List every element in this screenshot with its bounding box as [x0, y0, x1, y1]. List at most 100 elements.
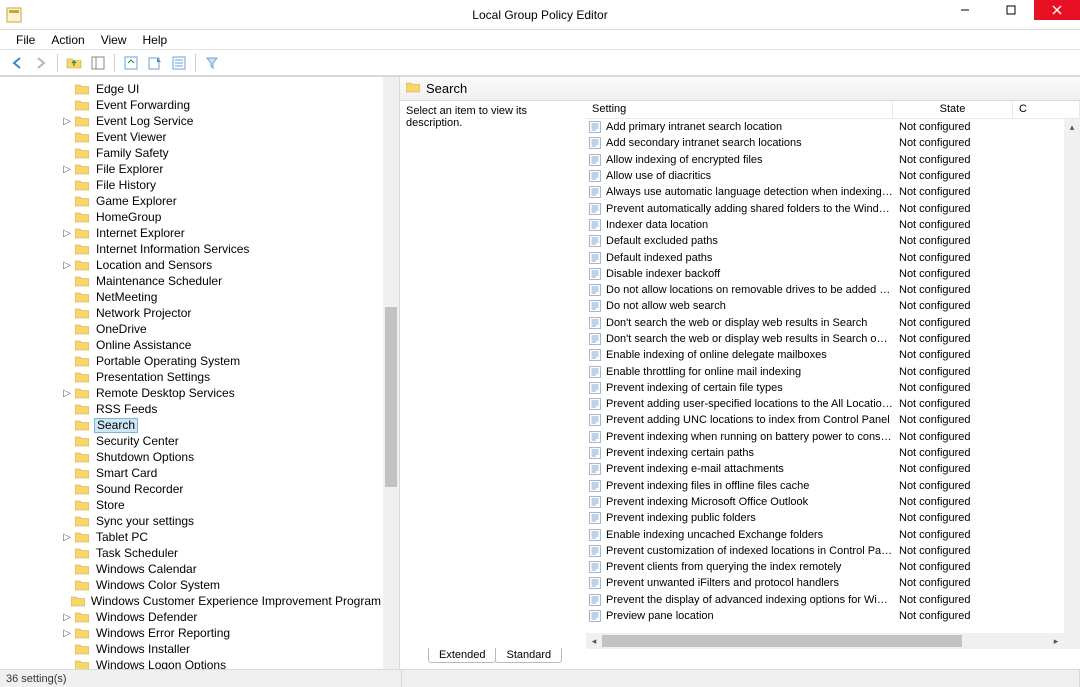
- tab-standard[interactable]: Standard: [495, 648, 562, 663]
- menu-help[interactable]: Help: [135, 31, 176, 49]
- setting-row[interactable]: Prevent indexing public foldersNot confi…: [586, 510, 1064, 526]
- tree-node[interactable]: Event Viewer: [0, 129, 383, 145]
- scroll-up-icon[interactable]: ▴: [1064, 119, 1080, 135]
- tree-node[interactable]: ▷Windows Error Reporting: [0, 625, 383, 641]
- tree-node[interactable]: Presentation Settings: [0, 369, 383, 385]
- tree-node[interactable]: ▷Remote Desktop Services: [0, 385, 383, 401]
- setting-row[interactable]: Allow use of diacriticsNot configured: [586, 168, 1064, 184]
- tree-node[interactable]: Security Center: [0, 433, 383, 449]
- tree-node[interactable]: OneDrive: [0, 321, 383, 337]
- menu-file[interactable]: File: [8, 31, 43, 49]
- maximize-button[interactable]: [988, 0, 1034, 20]
- scroll-left-icon[interactable]: ◂: [586, 633, 602, 649]
- expander-icon[interactable]: ▷: [60, 164, 74, 175]
- setting-row[interactable]: Don't search the web or display web resu…: [586, 315, 1064, 331]
- tree-node[interactable]: Windows Customer Experience Improvement …: [0, 593, 383, 609]
- expander-icon[interactable]: ▷: [60, 532, 74, 543]
- setting-row[interactable]: Enable indexing of online delegate mailb…: [586, 347, 1064, 363]
- tree-node[interactable]: Event Forwarding: [0, 97, 383, 113]
- menu-action[interactable]: Action: [43, 31, 92, 49]
- setting-row[interactable]: Add primary intranet search locationNot …: [586, 119, 1064, 135]
- refresh-button[interactable]: [120, 52, 142, 74]
- tree-node[interactable]: Online Assistance: [0, 337, 383, 353]
- tree-node[interactable]: Internet Information Services: [0, 241, 383, 257]
- tree-node[interactable]: Game Explorer: [0, 193, 383, 209]
- hscroll-thumb[interactable]: [602, 635, 962, 647]
- tree-node[interactable]: Windows Logon Options: [0, 657, 383, 669]
- back-button[interactable]: [6, 52, 28, 74]
- tree-node[interactable]: ▷Windows Defender: [0, 609, 383, 625]
- setting-row[interactable]: Indexer data locationNot configured: [586, 217, 1064, 233]
- expander-icon[interactable]: ▷: [60, 260, 74, 271]
- tree-node[interactable]: Windows Installer: [0, 641, 383, 657]
- tree-node[interactable]: NetMeeting: [0, 289, 383, 305]
- setting-row[interactable]: Preview pane locationNot configured: [586, 608, 1064, 624]
- tree-node[interactable]: Task Scheduler: [0, 545, 383, 561]
- setting-row[interactable]: Default indexed pathsNot configured: [586, 249, 1064, 265]
- setting-row[interactable]: Disable indexer backoffNot configured: [586, 266, 1064, 282]
- setting-row[interactable]: Add secondary intranet search locationsN…: [586, 135, 1064, 151]
- expander-icon[interactable]: ▷: [60, 116, 74, 127]
- setting-row[interactable]: Do not allow web searchNot configured: [586, 298, 1064, 314]
- setting-row[interactable]: Prevent automatically adding shared fold…: [586, 200, 1064, 216]
- tree-node[interactable]: ▷Internet Explorer: [0, 225, 383, 241]
- setting-row[interactable]: Enable indexing uncached Exchange folder…: [586, 526, 1064, 542]
- tree-node[interactable]: Family Safety: [0, 145, 383, 161]
- setting-row[interactable]: Prevent the display of advanced indexing…: [586, 592, 1064, 608]
- properties-button[interactable]: [168, 52, 190, 74]
- setting-row[interactable]: Don't search the web or display web resu…: [586, 331, 1064, 347]
- tree-node[interactable]: Sync your settings: [0, 513, 383, 529]
- setting-row[interactable]: Prevent customization of indexed locatio…: [586, 543, 1064, 559]
- column-header-state[interactable]: State: [893, 101, 1013, 118]
- setting-row[interactable]: Prevent indexing files in offline files …: [586, 478, 1064, 494]
- setting-row[interactable]: Prevent indexing Microsoft Office Outloo…: [586, 494, 1064, 510]
- tree-scrollbar-thumb[interactable]: [385, 307, 397, 487]
- column-header-setting[interactable]: Setting: [586, 101, 893, 118]
- tree-node[interactable]: Search: [0, 417, 383, 433]
- setting-row[interactable]: Do not allow locations on removable driv…: [586, 282, 1064, 298]
- export-button[interactable]: [144, 52, 166, 74]
- tree-scrollbar[interactable]: [383, 77, 399, 669]
- column-header-comment[interactable]: C: [1013, 101, 1080, 118]
- filter-button[interactable]: [201, 52, 223, 74]
- setting-row[interactable]: Allow indexing of encrypted filesNot con…: [586, 152, 1064, 168]
- list-vertical-scrollbar[interactable]: ▴: [1064, 119, 1080, 633]
- tree-node[interactable]: Sound Recorder: [0, 481, 383, 497]
- show-hide-tree-button[interactable]: [87, 52, 109, 74]
- tree-node[interactable]: ▷Tablet PC: [0, 529, 383, 545]
- tree-node[interactable]: ▷Location and Sensors: [0, 257, 383, 273]
- setting-row[interactable]: Prevent indexing e-mail attachmentsNot c…: [586, 461, 1064, 477]
- setting-row[interactable]: Prevent clients from querying the index …: [586, 559, 1064, 575]
- expander-icon[interactable]: ▷: [60, 388, 74, 399]
- setting-row[interactable]: Prevent indexing of certain file typesNo…: [586, 380, 1064, 396]
- scroll-right-icon[interactable]: ▸: [1048, 633, 1064, 649]
- tree-node[interactable]: ▷Event Log Service: [0, 113, 383, 129]
- expander-icon[interactable]: ▷: [60, 612, 74, 623]
- setting-row[interactable]: Prevent adding UNC locations to index fr…: [586, 412, 1064, 428]
- expander-icon[interactable]: ▷: [60, 228, 74, 239]
- setting-row[interactable]: Prevent indexing when running on battery…: [586, 429, 1064, 445]
- tree-node[interactable]: Shutdown Options: [0, 449, 383, 465]
- setting-row[interactable]: Default excluded pathsNot configured: [586, 233, 1064, 249]
- minimize-button[interactable]: [942, 0, 988, 20]
- setting-row[interactable]: Enable throttling for online mail indexi…: [586, 363, 1064, 379]
- setting-row[interactable]: Prevent adding user-specified locations …: [586, 396, 1064, 412]
- list-horizontal-scrollbar[interactable]: ◂ ▸: [586, 633, 1064, 649]
- menu-view[interactable]: View: [93, 31, 135, 49]
- tree-node[interactable]: Network Projector: [0, 305, 383, 321]
- setting-row[interactable]: Prevent indexing certain pathsNot config…: [586, 445, 1064, 461]
- tree-node[interactable]: Edge UI: [0, 81, 383, 97]
- tree-node[interactable]: Windows Calendar: [0, 561, 383, 577]
- forward-button[interactable]: [30, 52, 52, 74]
- tree-node[interactable]: Portable Operating System: [0, 353, 383, 369]
- tree-node[interactable]: Maintenance Scheduler: [0, 273, 383, 289]
- tree-node[interactable]: File History: [0, 177, 383, 193]
- setting-row[interactable]: Always use automatic language detection …: [586, 184, 1064, 200]
- tree-node[interactable]: Store: [0, 497, 383, 513]
- close-button[interactable]: [1034, 0, 1080, 20]
- up-folder-button[interactable]: [63, 52, 85, 74]
- tree-node[interactable]: RSS Feeds: [0, 401, 383, 417]
- tree-node[interactable]: ▷File Explorer: [0, 161, 383, 177]
- tree-node[interactable]: Windows Color System: [0, 577, 383, 593]
- tab-extended[interactable]: Extended: [428, 648, 496, 663]
